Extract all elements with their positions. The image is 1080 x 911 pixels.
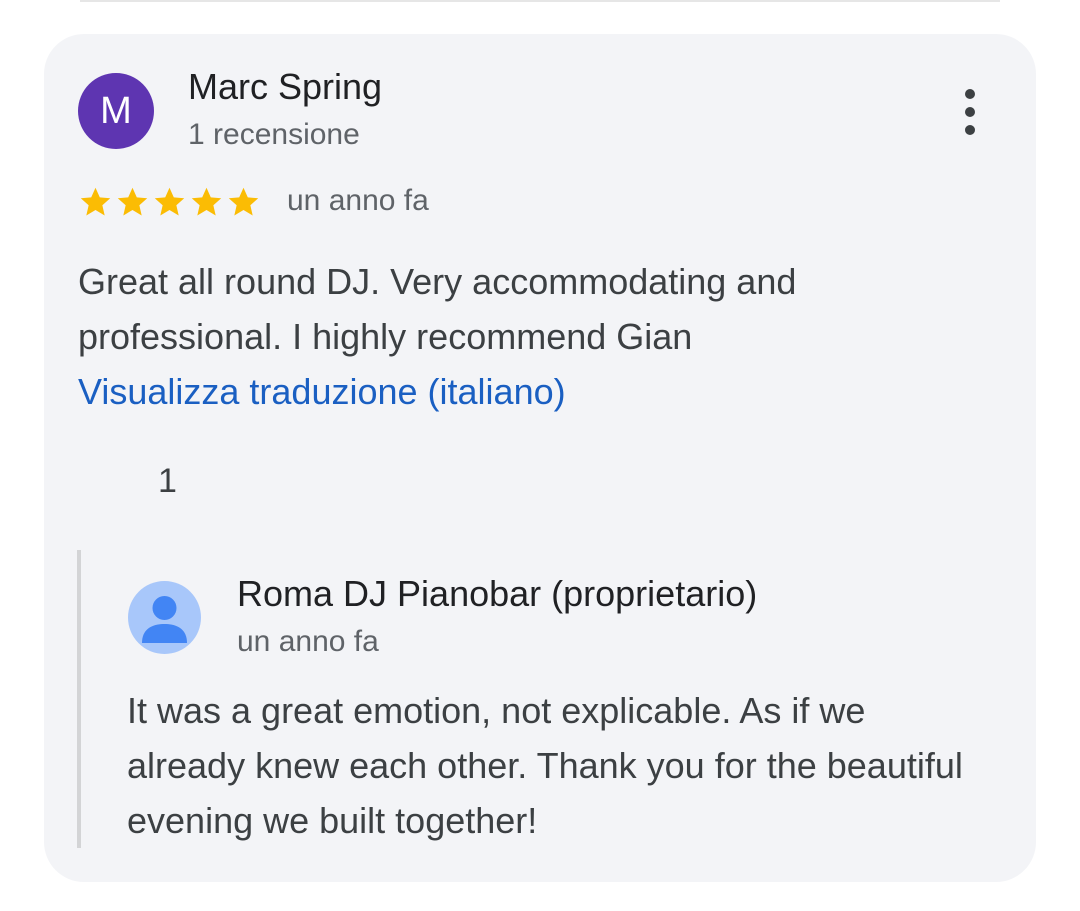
owner-name: Roma DJ Pianobar (proprietario) [237,573,758,614]
review-time: un anno fa [287,184,429,217]
owner-avatar [128,581,201,654]
star-icon [154,187,185,216]
owner-reply-text: It was a great emotion, not explicable. … [127,690,963,841]
star-icon [80,187,111,216]
reviewer-avatar[interactable]: M [78,73,154,149]
like-count[interactable]: 1 [158,462,177,501]
star-rating [78,184,261,220]
more-vert-icon-dot [965,107,975,117]
more-options-button[interactable] [948,84,992,140]
reply-indent-bar [77,550,81,848]
reviewer-initial: M [100,89,132,132]
view-translation-link[interactable]: Visualizza traduzione (italiano) [78,364,566,419]
reviewer-review-count: 1 recensione [188,118,360,151]
more-vert-icon-dot [965,125,975,135]
top-divider [80,0,1000,2]
person-icon [142,596,187,643]
star-icon [228,187,259,216]
owner-reply-time: un anno fa [237,625,379,658]
star-icon [191,187,222,216]
star-icon [117,187,148,216]
reviewer-name[interactable]: Marc Spring [188,66,382,108]
more-vert-icon [965,89,975,99]
review-text: Great all round DJ. Very accommodating a… [78,261,797,357]
